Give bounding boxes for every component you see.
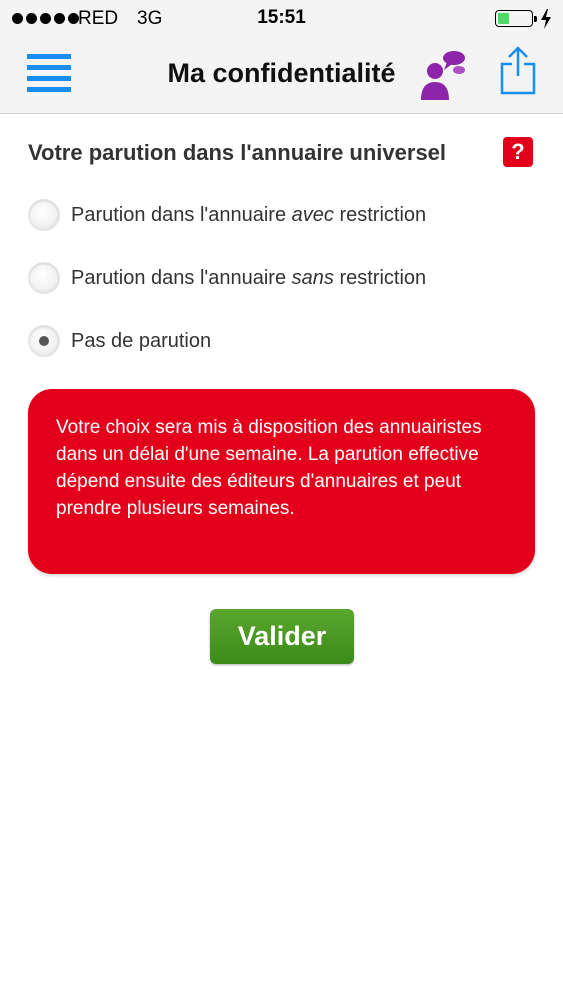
radio-label: Pas de parution <box>71 329 212 352</box>
status-time: 15:51 <box>257 7 306 28</box>
radio-option-without-restriction[interactable]: Parution dans l'annuaire sans restrictio… <box>28 258 426 298</box>
radio-button[interactable] <box>28 262 60 294</box>
page-title: Ma confidentialité <box>167 58 396 88</box>
radio-button[interactable] <box>28 325 60 357</box>
help-button[interactable]: ? <box>503 137 533 167</box>
hamburger-menu-icon[interactable] <box>27 54 71 92</box>
radio-option-no-listing[interactable]: Pas de parution <box>28 321 211 361</box>
radio-option-with-restriction[interactable]: Parution dans l'annuaire avec restrictio… <box>28 195 426 235</box>
radio-button[interactable] <box>28 199 60 231</box>
person-speech-bubble-icon[interactable] <box>418 48 468 102</box>
share-icon[interactable] <box>499 46 537 96</box>
navigation-bar: Ma confidentialité <box>0 38 563 114</box>
status-bar: RED 3G 15:51 <box>0 0 563 38</box>
battery-icon <box>495 10 537 27</box>
info-notice: Votre choix sera mis à disposition des a… <box>28 389 535 574</box>
charging-bolt-icon <box>541 9 551 29</box>
validate-button[interactable]: Valider <box>210 609 354 664</box>
radio-label: Parution dans l'annuaire avec restrictio… <box>71 203 427 226</box>
section-title: Votre parution dans l'annuaire universel <box>28 140 447 165</box>
radio-label: Parution dans l'annuaire sans restrictio… <box>71 266 427 289</box>
